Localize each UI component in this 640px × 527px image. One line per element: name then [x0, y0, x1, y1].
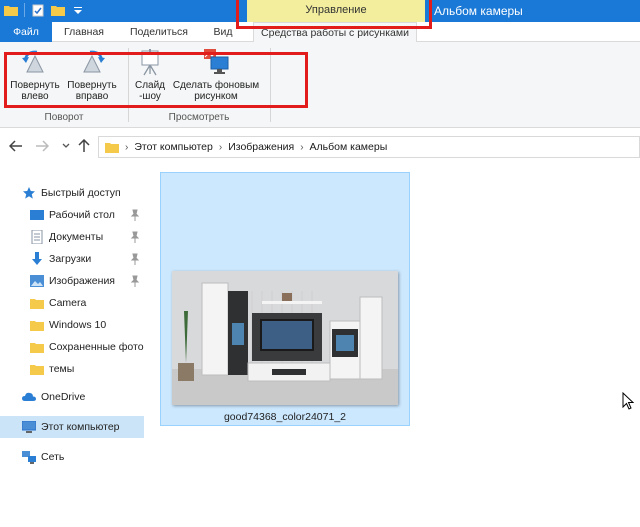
customize-toolbar-icon[interactable] — [71, 3, 85, 17]
file-name: good74368_color24071_2 — [223, 411, 347, 423]
pin-icon — [130, 231, 140, 243]
chevron-right-icon: › — [300, 141, 304, 153]
nav-themes[interactable]: темы — [30, 358, 146, 380]
address-bar[interactable]: › Этот компьютер › Изображения › Альбом … — [98, 136, 640, 158]
folder-icon — [30, 296, 44, 310]
nav-label: Быстрый доступ — [41, 187, 121, 199]
chevron-down-icon — [62, 143, 70, 148]
breadcrumb-pictures[interactable]: Изображения — [228, 141, 294, 153]
arrow-up-icon — [78, 139, 90, 152]
tab-view[interactable]: Вид — [208, 22, 238, 42]
folder-icon — [105, 143, 119, 153]
nav-label: темы — [49, 363, 75, 375]
nav-onedrive[interactable]: OneDrive — [22, 386, 146, 408]
group-label-view: Просмотреть — [168, 112, 230, 123]
nav-label: Рабочий стол — [49, 209, 115, 221]
navigation-pane: Быстрый доступ Рабочий стол Документы За… — [0, 166, 148, 527]
tab-home[interactable]: Главная — [60, 22, 108, 42]
breadcrumb-camera-roll[interactable]: Альбом камеры — [310, 141, 388, 153]
network-icon — [22, 450, 36, 464]
recent-locations-button[interactable] — [58, 138, 74, 154]
folder-icon — [30, 340, 44, 354]
download-arrow-icon — [30, 252, 44, 266]
arrow-right-icon — [36, 140, 49, 152]
nav-camera[interactable]: Camera — [30, 292, 146, 314]
nav-quick-access[interactable]: Быстрый доступ — [22, 182, 168, 204]
nav-label: OneDrive — [41, 391, 86, 403]
file-item[interactable]: good74368_color24071_2 — [160, 172, 410, 426]
annotation-highlight-ribbon-buttons — [4, 52, 308, 108]
up-button[interactable] — [76, 138, 92, 154]
nav-saved-photos[interactable]: Сохраненные фото — [30, 336, 148, 358]
breadcrumb-this-pc[interactable]: Этот компьютер — [134, 141, 213, 153]
nav-windows10[interactable]: Windows 10 — [30, 314, 146, 336]
pin-icon — [130, 275, 140, 287]
nav-label: Загрузки — [49, 253, 92, 265]
nav-label: Документы — [49, 231, 104, 243]
nav-label: Сеть — [41, 451, 65, 463]
group-label-rotate: Поворот — [44, 112, 84, 123]
arrow-left-icon — [9, 140, 22, 152]
tab-file[interactable]: Файл — [0, 22, 52, 42]
folder-icon — [30, 362, 44, 376]
pin-icon — [130, 209, 140, 221]
nav-label: Этот компьютер — [41, 421, 120, 433]
nav-label: Сохраненные фото — [49, 341, 144, 353]
nav-label: Windows 10 — [49, 319, 107, 331]
pictures-icon — [30, 274, 44, 288]
image-thumbnail — [172, 271, 398, 405]
computer-icon — [22, 420, 36, 434]
folder-icon — [4, 3, 18, 17]
address-row: › Этот компьютер › Изображения › Альбом … — [0, 128, 640, 166]
nav-desktop[interactable]: Рабочий стол — [30, 204, 146, 226]
nav-label: Изображения — [49, 275, 115, 287]
annotation-highlight-manage-tab — [236, 0, 432, 29]
chevron-right-icon: › — [218, 141, 223, 153]
folder-icon — [30, 318, 44, 332]
forward-button[interactable] — [34, 138, 50, 154]
properties-icon[interactable] — [31, 3, 45, 17]
back-button[interactable] — [8, 138, 24, 154]
documents-icon — [30, 230, 44, 244]
quick-access-toolbar — [4, 3, 85, 17]
mouse-cursor-icon — [622, 392, 634, 410]
nav-label: Camera — [49, 297, 87, 309]
star-icon — [22, 186, 36, 200]
tab-share[interactable]: Поделиться — [124, 22, 194, 42]
file-list: good74368_color24071_2 — [148, 166, 640, 527]
chevron-right-icon: › — [125, 141, 129, 153]
nav-documents[interactable]: Документы — [30, 226, 146, 248]
desktop-icon — [30, 208, 44, 222]
new-folder-icon[interactable] — [51, 3, 65, 17]
nav-this-pc[interactable]: Этот компьютер — [0, 416, 144, 438]
nav-pictures[interactable]: Изображения — [30, 270, 146, 292]
window-title: Альбом камеры — [434, 4, 523, 18]
pin-icon — [130, 253, 140, 265]
nav-network[interactable]: Сеть — [22, 446, 146, 468]
cloud-icon — [22, 390, 36, 404]
nav-downloads[interactable]: Загрузки — [30, 248, 146, 270]
